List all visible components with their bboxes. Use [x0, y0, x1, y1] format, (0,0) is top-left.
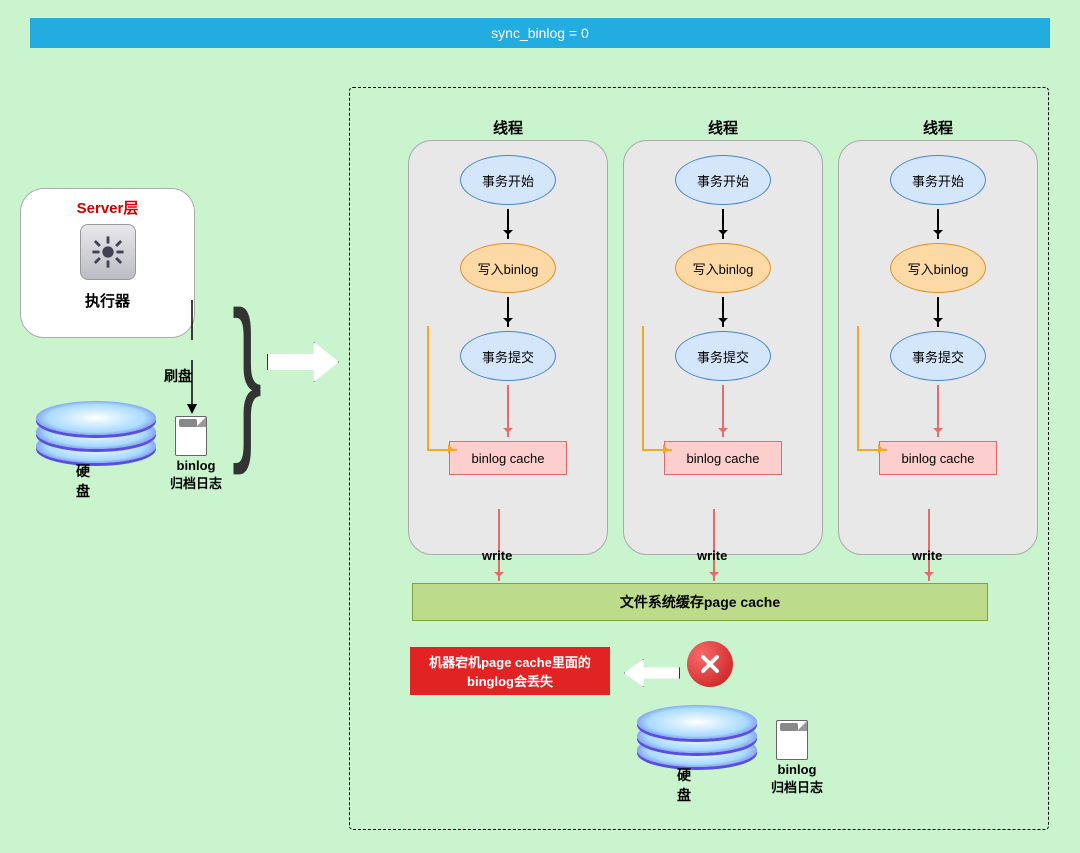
binlog-label: binlog归档日志: [767, 762, 827, 796]
side-arrow: [857, 326, 887, 451]
thread-col-1: 线程 事务开始 写入binlog 事务提交 binlog cache: [408, 140, 608, 555]
write-binlog-node: 写入binlog: [460, 243, 556, 293]
tx-start-node: 事务开始: [675, 155, 771, 205]
tx-start-node: 事务开始: [890, 155, 986, 205]
flush-arrow: [182, 300, 202, 420]
write-label: write: [912, 548, 942, 563]
thread-col-3: 线程 事务开始 写入binlog 事务提交 binlog cache: [838, 140, 1038, 555]
write-binlog-node: 写入binlog: [675, 243, 771, 293]
error-x-icon: [687, 641, 733, 687]
thread-title: 线程: [624, 117, 822, 138]
hard-disk-label: 硬盘: [677, 765, 691, 805]
binlog-label: binlog归档日志: [166, 458, 226, 492]
tx-commit-node: 事务提交: [675, 331, 771, 381]
hard-disk-label: 硬盘: [76, 461, 90, 501]
pagecache-box: 文件系统缓存page cache: [412, 583, 988, 621]
document-icon: [175, 416, 207, 456]
executor-label: 执行器: [85, 290, 130, 311]
side-arrow: [427, 326, 457, 451]
side-arrow: [642, 326, 672, 451]
tx-commit-node: 事务提交: [460, 331, 556, 381]
dashed-container: 线程 事务开始 写入binlog 事务提交 binlog cache 线程 事务…: [349, 87, 1049, 830]
brace-icon: }: [232, 286, 242, 466]
binlog-cache-node: binlog cache: [879, 441, 997, 475]
gear-icon: [80, 224, 136, 280]
write-label: write: [482, 548, 512, 563]
binlog-cache-node: binlog cache: [664, 441, 782, 475]
document-icon: [776, 720, 808, 760]
thread-col-2: 线程 事务开始 写入binlog 事务提交 binlog cache: [623, 140, 823, 555]
left-arrow-icon: [624, 659, 680, 687]
write-label: write: [697, 548, 727, 563]
binlog-cache-node: binlog cache: [449, 441, 567, 475]
server-box: Server层 执行器: [20, 188, 195, 338]
big-arrow-right: [267, 342, 339, 382]
write-binlog-node: 写入binlog: [890, 243, 986, 293]
tx-start-node: 事务开始: [460, 155, 556, 205]
flush-label: 刷盘: [164, 366, 192, 386]
thread-title: 线程: [409, 117, 607, 138]
error-box: 机器宕机page cache里面的binglog会丢失: [410, 647, 610, 695]
tx-commit-node: 事务提交: [890, 331, 986, 381]
server-title: Server层: [77, 197, 139, 218]
header-bar: sync_binlog = 0: [30, 18, 1050, 48]
thread-title: 线程: [839, 117, 1037, 138]
